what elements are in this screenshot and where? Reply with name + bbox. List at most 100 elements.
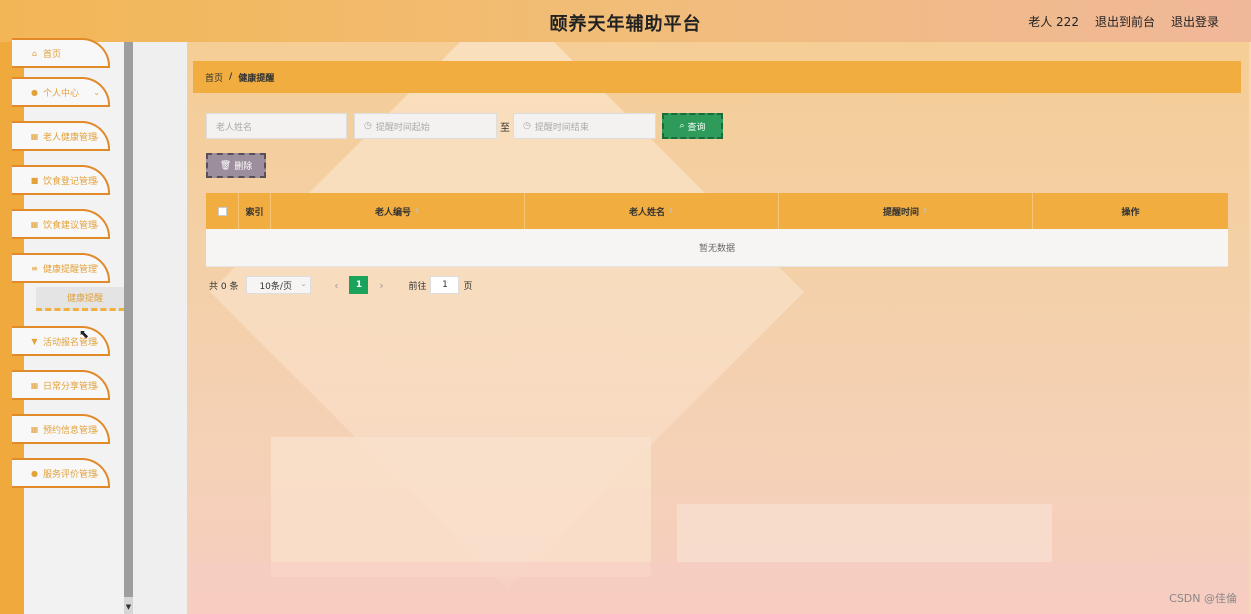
chevron-down-icon: ⌄ [93,425,100,434]
breadcrumb-current: 健康提醒 [238,73,275,84]
column-index: 索引 [239,193,271,229]
grid-icon: ▦ [30,424,39,434]
sidebar-scrollbar[interactable]: ▼ [124,42,133,614]
current-user: 老人 222 [1028,15,1079,29]
front-page-link[interactable]: 退出到前台 [1095,13,1155,30]
prev-page-button[interactable]: ‹ [327,276,345,294]
chevron-down-icon: ⌄ [93,381,100,390]
goto-suffix: 页 [463,281,473,292]
reminder-start-input[interactable]: ◷ 提醒时间起始 [354,113,497,139]
chevron-down-icon: ⌄ [93,337,100,346]
chevron-down-icon: ⌄ [93,220,100,229]
sidebar-item-daily-share[interactable]: ▦ 日常分享管理 ⌄ [12,370,110,400]
delete-button[interactable]: 🗑 删除 [206,153,266,178]
column-actions: 操作 [1121,207,1140,218]
sort-icon[interactable]: ⇕ [414,207,420,215]
empty-state: 暂无数据 [206,229,1228,267]
background-decoration [271,437,651,577]
range-separator: 至 [500,122,510,134]
gutter [133,42,187,614]
sidebar: ⌂ 首页 ● 个人中心 ⌄ ▦ 老人健康管理 ⌄ ■ 饮食登记管理 ⌄ ▦ 饮食… [12,38,134,614]
chevron-down-icon: ⌄ [93,176,100,185]
sidebar-item-label: 服务评价管理 [43,469,98,480]
bag-icon: ■ [30,175,39,185]
sidebar-item-personal-center[interactable]: ● 个人中心 ⌄ [12,77,110,107]
query-button[interactable]: ⌕ 查询 [662,113,723,139]
grid-icon: ▦ [30,380,39,390]
sidebar-item-appointment[interactable]: ▦ 预约信息管理 ⌄ [12,414,110,444]
select-all-cell [206,193,239,229]
chevron-down-icon: ⌄ [93,469,100,478]
chevron-down-icon: ⌄ [93,132,100,141]
goto-page-input[interactable]: 1 [430,276,460,294]
sort-icon[interactable]: ⇕ [668,207,674,215]
page-number-current[interactable]: 1 [349,276,369,294]
column-reminder-time[interactable]: 提醒时间 ⇕ [779,193,1033,229]
sidebar-item-label: 日常分享管理 [43,381,98,392]
sidebar-item-label: 首页 [43,49,62,60]
chevron-down-icon: ⌄ [93,88,100,97]
scrollbar-thumb[interactable] [124,42,133,597]
chevron-down-icon: ⌄ [300,280,307,288]
sidebar-item-label: 个人中心 [43,88,80,99]
main-content: 首页 / 健康提醒 老人姓名 ◷ 提醒时间起始 至 ◷ 提醒时间结束 ⌕ 查询 … [187,42,1249,614]
elder-name-input[interactable]: 老人姓名 [206,113,347,139]
sidebar-item-label: 老人健康管理 [43,132,98,143]
column-elder-name[interactable]: 老人姓名 ⇕ [525,193,779,229]
column-elder-id[interactable]: 老人编号 ⇕ [271,193,525,229]
sidebar-item-label: 健康提醒管理 [43,264,98,275]
data-table: 索引 老人编号 ⇕ 老人姓名 ⇕ 提醒时间 ⇕ 操作 暂无数据 [206,193,1228,267]
breadcrumb-home[interactable]: 首页 [205,71,223,84]
next-page-button[interactable]: › [372,276,390,294]
clock-icon: ◷ [523,121,531,131]
sidebar-item-label: 饮食建议管理 [43,220,98,231]
logout-link[interactable]: 退出登录 [1171,13,1219,30]
reminder-end-placeholder: 提醒时间结束 [534,122,589,133]
reminder-start-placeholder: 提醒时间起始 [375,122,430,133]
page-size-value: 10条/页 [259,281,292,292]
grid-icon: ▦ [30,219,39,229]
sidebar-item-label: 饮食登记管理 [43,176,98,187]
top-bar: 颐养天年辅助平台 老人 222 退出到前台 退出登录 [0,0,1251,42]
delete-button-label: 删除 [234,162,253,172]
breadcrumb: 首页 / 健康提醒 [193,61,1241,93]
sidebar-item-elder-health[interactable]: ▦ 老人健康管理 ⌄ [12,121,110,151]
list-icon: ≡ [31,263,38,273]
background-decoration [677,504,1052,562]
total-count: 共 0 条 [209,281,239,292]
background-decoration [187,562,1249,614]
location-icon: ● [31,468,38,478]
user-icon: ● [31,87,38,97]
top-links: 老人 222 退出到前台 退出登录 [1028,13,1219,30]
sidebar-item-label: 预约信息管理 [43,425,98,436]
column-label: 老人编号 [375,207,412,218]
sidebar-item-home[interactable]: ⌂ 首页 [12,38,110,68]
reminder-end-input[interactable]: ◷ 提醒时间结束 [513,113,656,139]
scroll-down-arrow-icon[interactable]: ▼ [124,603,133,612]
breadcrumb-separator: / [229,72,233,82]
search-form: 老人姓名 ◷ 提醒时间起始 至 ◷ 提醒时间结束 ⌕ 查询 [206,113,723,139]
sidebar-item-diet-advice[interactable]: ▦ 饮食建议管理 ⌄ [12,209,110,239]
sort-icon[interactable]: ⇕ [922,207,928,215]
sidebar-item-activity-signup[interactable]: ▼ 活动报名管理 ⌄ [12,326,110,356]
watermark: CSDN @佳倫 [1169,592,1237,605]
sidebar-item-health-reminder[interactable]: ≡ 健康提醒管理 ⌃ [12,253,110,283]
select-all-checkbox[interactable] [217,206,227,216]
column-label: 提醒时间 [883,207,920,218]
sidebar-item-service-review[interactable]: ● 服务评价管理 ⌄ [12,458,110,488]
mouse-cursor-icon: ⬉ [79,327,90,341]
trophy-icon: ▼ [31,336,38,346]
query-button-label: 查询 [687,122,706,133]
grid-icon: ▦ [30,131,39,141]
page-size-select[interactable]: 10条/页 ⌄ [246,276,312,294]
column-label: 老人姓名 [629,207,666,218]
search-icon: ⌕ [679,121,685,131]
clock-icon: ◷ [364,121,372,131]
trash-icon: 🗑 [219,160,232,171]
sidebar-item-diet-registration[interactable]: ■ 饮食登记管理 ⌄ [12,165,110,195]
pagination: 共 0 条 10条/页 ⌄ ‹ 1 › 前往 1 页 [209,276,472,294]
table-header: 索引 老人编号 ⇕ 老人姓名 ⇕ 提醒时间 ⇕ 操作 [206,193,1228,229]
chevron-up-icon: ⌃ [93,264,100,273]
goto-label: 前往 [408,281,427,292]
sidebar-subitem-health-reminder[interactable]: 健康提醒 [36,287,134,311]
